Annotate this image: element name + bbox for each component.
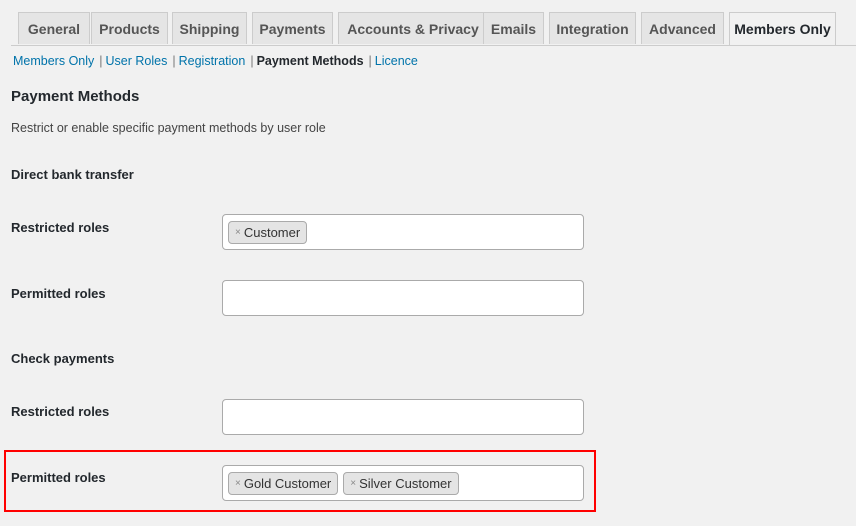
bank-transfer-restricted-roles-select[interactable]: × Customer bbox=[222, 214, 584, 250]
subnav-separator: | bbox=[368, 54, 372, 68]
remove-icon[interactable]: × bbox=[235, 478, 241, 489]
bank-transfer-permitted-roles-select[interactable] bbox=[222, 280, 584, 316]
restricted-roles-label: Restricted roles bbox=[11, 404, 110, 419]
check-payments-permitted-roles-select[interactable]: × Gold Customer × Silver Customer bbox=[222, 465, 584, 501]
section-title-direct-bank-transfer: Direct bank transfer bbox=[11, 167, 134, 182]
subnav-separator: | bbox=[99, 54, 103, 68]
subnav-payment-methods: Payment Methods bbox=[256, 54, 364, 68]
permitted-roles-label: Permitted roles bbox=[11, 286, 106, 301]
role-chip-label: Customer bbox=[243, 224, 301, 240]
subnav-members-only[interactable]: Members Only bbox=[13, 54, 94, 68]
role-chip: × Gold Customer bbox=[228, 471, 339, 495]
subnav-user-roles[interactable]: User Roles bbox=[106, 54, 168, 68]
page-description: Restrict or enable specific payment meth… bbox=[11, 121, 326, 135]
role-chip: × Customer bbox=[228, 220, 308, 244]
tab-general[interactable]: General bbox=[18, 12, 90, 44]
tab-products[interactable]: Products bbox=[91, 12, 168, 44]
tab-payments[interactable]: Payments bbox=[252, 12, 333, 44]
tab-accounts-privacy[interactable]: Accounts & Privacy bbox=[338, 12, 488, 44]
check-payments-restricted-roles-select[interactable] bbox=[222, 399, 584, 435]
tab-shipping[interactable]: Shipping bbox=[172, 12, 247, 44]
subnav-registration[interactable]: Registration bbox=[179, 54, 246, 68]
page-title: Payment Methods bbox=[11, 88, 140, 105]
subnav-licence[interactable]: Licence bbox=[375, 54, 418, 68]
tab-integration[interactable]: Integration bbox=[549, 12, 636, 44]
role-chip: × Silver Customer bbox=[343, 471, 459, 495]
subnav-separator: | bbox=[172, 54, 176, 68]
restricted-roles-label: Restricted roles bbox=[11, 220, 110, 235]
role-chip-label: Silver Customer bbox=[359, 475, 452, 491]
subnav-separator: | bbox=[250, 54, 254, 68]
settings-tabs: General Products Shipping Payments Accou… bbox=[11, 12, 856, 46]
sub-navigation: Members Only | User Roles | Registration | Pay… bbox=[13, 54, 418, 68]
role-chip-label: Gold Customer bbox=[243, 475, 332, 491]
remove-icon[interactable]: × bbox=[350, 478, 356, 489]
permitted-roles-label: Permitted roles bbox=[11, 470, 106, 485]
tab-members-only[interactable]: Members Only bbox=[729, 12, 836, 45]
section-title-check-payments: Check payments bbox=[11, 351, 115, 366]
tab-emails[interactable]: Emails bbox=[483, 12, 544, 44]
tab-advanced[interactable]: Advanced bbox=[641, 12, 724, 44]
remove-icon[interactable]: × bbox=[235, 227, 241, 238]
